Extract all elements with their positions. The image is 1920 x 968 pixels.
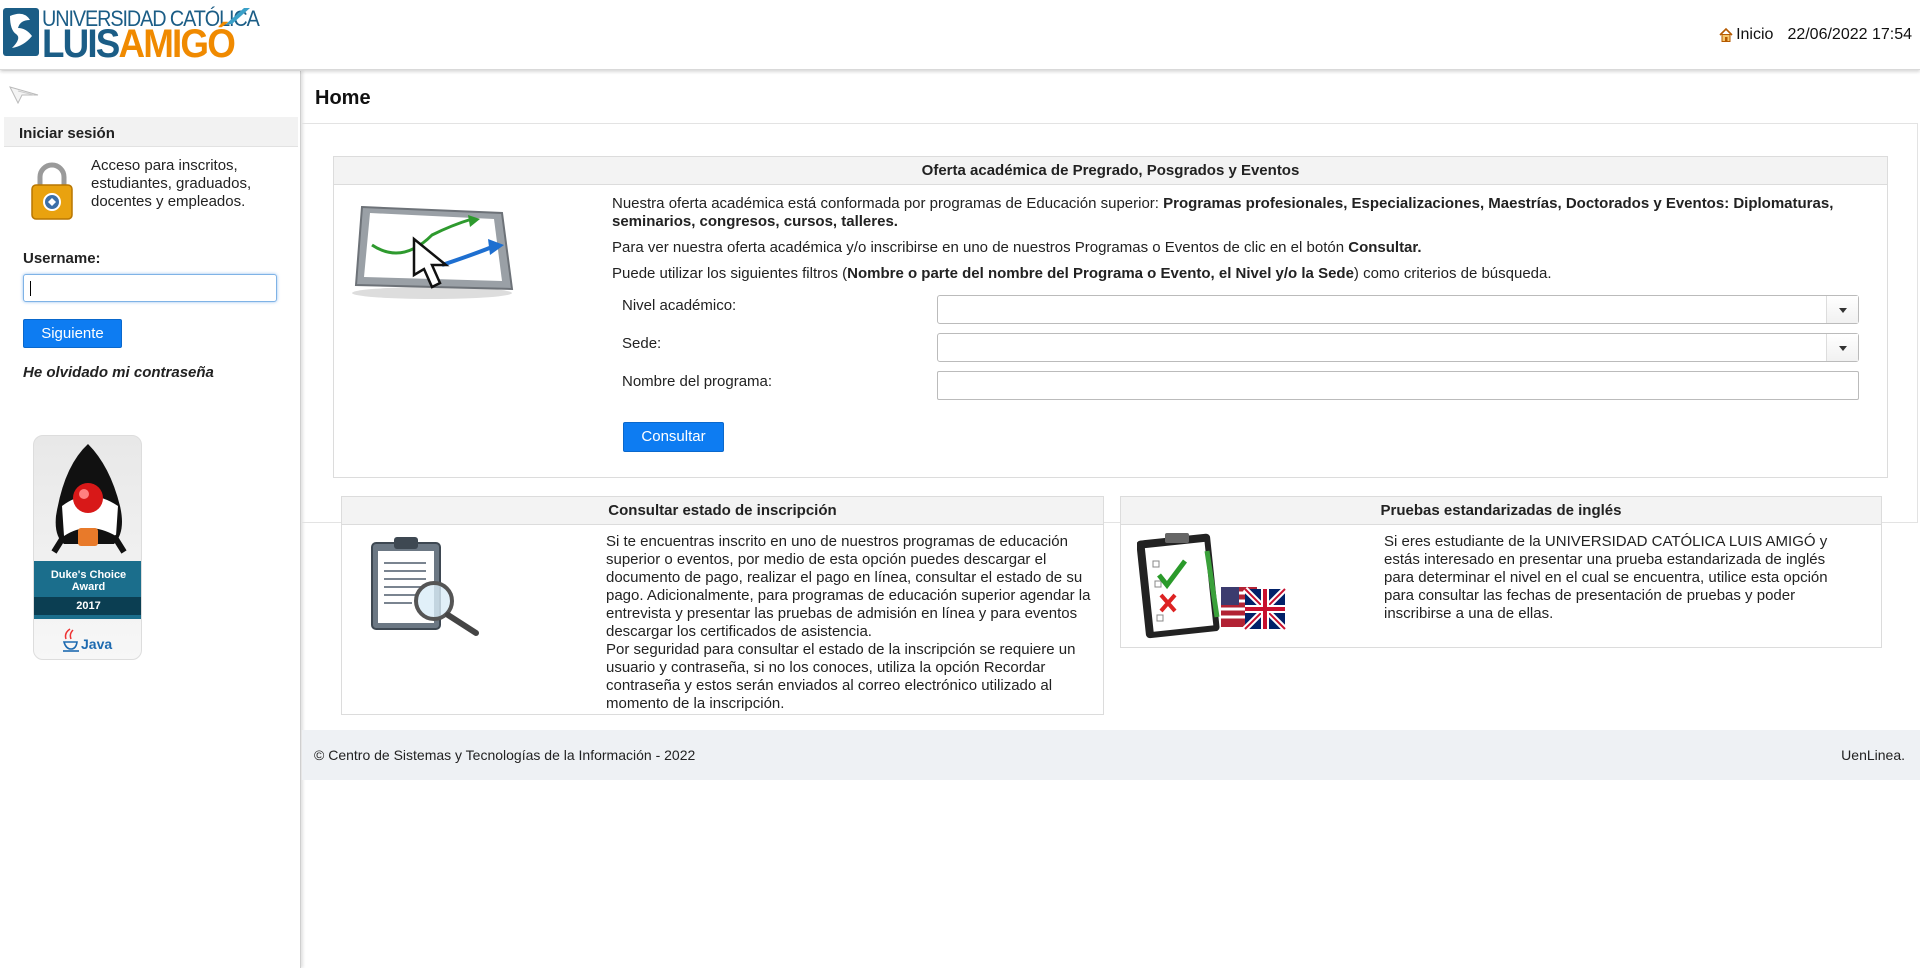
oferta-p2-text: Para ver nuestra oferta académica y/o in… xyxy=(612,239,1349,256)
oferta-p1-text: Nuestra oferta académica está conformada… xyxy=(612,195,1164,212)
main-content: Home Oferta académica de Pregrado, Posgr… xyxy=(302,71,1920,968)
ingles-panel-title[interactable]: Pruebas estandarizadas de inglés xyxy=(1121,497,1881,525)
username-label: Username: xyxy=(23,250,101,267)
award-label: Duke's Choice Award 2017 xyxy=(34,561,141,619)
award-title-line1: Duke's Choice xyxy=(50,569,127,581)
next-button[interactable]: Siguiente xyxy=(23,319,122,348)
oferta-academica-panel: Oferta académica de Pregrado, Posgrados … xyxy=(333,156,1888,478)
footer-brand: UenLinea. xyxy=(1841,747,1905,763)
programa-input[interactable] xyxy=(937,371,1859,400)
estado-text-1: Si te encuentras inscrito en uno de nues… xyxy=(606,533,1091,640)
login-section-title: Iniciar sesión xyxy=(4,117,298,147)
logo-amigo: AMIGÓ xyxy=(118,22,235,66)
oferta-p3-text-b: ) como criterios de búsqueda. xyxy=(1353,265,1552,282)
header-links: Inicio 22/06/2022 17:54 xyxy=(1718,26,1912,44)
oferta-paragraph-3: Puede utilizar los siguientes filtros (N… xyxy=(612,265,1872,283)
username-input[interactable] xyxy=(23,274,277,302)
oferta-p2-bold: Consultar. xyxy=(1348,239,1422,256)
sede-label: Sede: xyxy=(622,335,662,352)
home-link[interactable]: Inicio xyxy=(1736,26,1773,44)
estado-text-2: Por seguridad para consultar el estado d… xyxy=(606,641,1076,712)
consultar-button[interactable]: Consultar xyxy=(623,422,724,452)
pruebas-ingles-panel: Pruebas estandarizadas de inglés Si eres… xyxy=(1120,496,1882,648)
forgot-password-link[interactable]: He olvidado mi contraseña xyxy=(23,364,214,381)
home-icon[interactable] xyxy=(1718,27,1734,43)
dukes-choice-award-badge[interactable]: Duke's Choice Award 2017 Java xyxy=(33,435,142,660)
award-title-line2: Award xyxy=(71,581,106,593)
oferta-paragraph-2: Para ver nuestra oferta académica y/o in… xyxy=(612,239,1872,257)
current-datetime: 22/06/2022 17:54 xyxy=(1787,26,1912,43)
text-caret xyxy=(30,281,31,296)
access-description: Acceso para inscritos, estudiantes, grad… xyxy=(91,157,252,210)
nivel-label: Nivel académico: xyxy=(622,297,737,314)
java-cup-icon xyxy=(62,628,79,652)
oferta-p3-bold: Nombre o parte del nombre del Programa o… xyxy=(847,265,1354,282)
estado-description: Si te encuentras inscrito en uno de nues… xyxy=(606,533,1096,713)
java-label: Java xyxy=(81,636,113,652)
chevron-down-icon[interactable] xyxy=(1826,334,1858,361)
logo-mark-icon xyxy=(3,8,39,56)
chevron-down-icon[interactable] xyxy=(1826,296,1858,323)
university-logo[interactable]: UNIVERSIDAD CATÓLICA LUISAMIGÓ xyxy=(2,4,260,64)
top-header: UNIVERSIDAD CATÓLICA LUISAMIGÓ Inicio 22… xyxy=(0,0,1920,70)
duke-mascot-icon xyxy=(51,444,127,554)
nivel-select[interactable] xyxy=(937,295,1859,324)
award-year: 2017 xyxy=(34,597,141,615)
estado-panel-title[interactable]: Consultar estado de inscripción xyxy=(342,497,1103,525)
estado-inscripcion-panel: Consultar estado de inscripción Si te en… xyxy=(341,496,1104,715)
page-title: Home xyxy=(315,87,371,109)
tablet-click-icon xyxy=(352,205,514,299)
oferta-p3-text-a: Puede utilizar los siguientes filtros ( xyxy=(612,265,848,282)
lock-icon xyxy=(31,162,73,220)
logo-luis: LUIS xyxy=(42,22,120,66)
english-test-clipboard-icon[interactable] xyxy=(1137,531,1287,641)
sidebar: Iniciar sesión Acceso para inscritos, es… xyxy=(0,71,301,968)
oferta-paragraph-1: Nuestra oferta académica está conformada… xyxy=(612,195,1872,231)
ingles-description: Si eres estudiante de la UNIVERSIDAD CAT… xyxy=(1384,533,1828,622)
programa-label: Nombre del programa: xyxy=(622,373,773,390)
logo-line2: LUISAMIGÓ xyxy=(42,22,236,66)
clipboard-magnifier-icon[interactable] xyxy=(366,535,486,640)
oferta-panel-title: Oferta académica de Pregrado, Posgrados … xyxy=(334,157,1887,185)
footer: © Centro de Sistemas y Tecnologías de la… xyxy=(302,730,1920,780)
collapse-sidebar-icon[interactable] xyxy=(8,83,42,105)
footer-copyright: © Centro de Sistemas y Tecnologías de la… xyxy=(314,747,696,763)
oferta-description: Nuestra oferta académica está conformada… xyxy=(612,195,1872,291)
sede-select[interactable] xyxy=(937,333,1859,362)
